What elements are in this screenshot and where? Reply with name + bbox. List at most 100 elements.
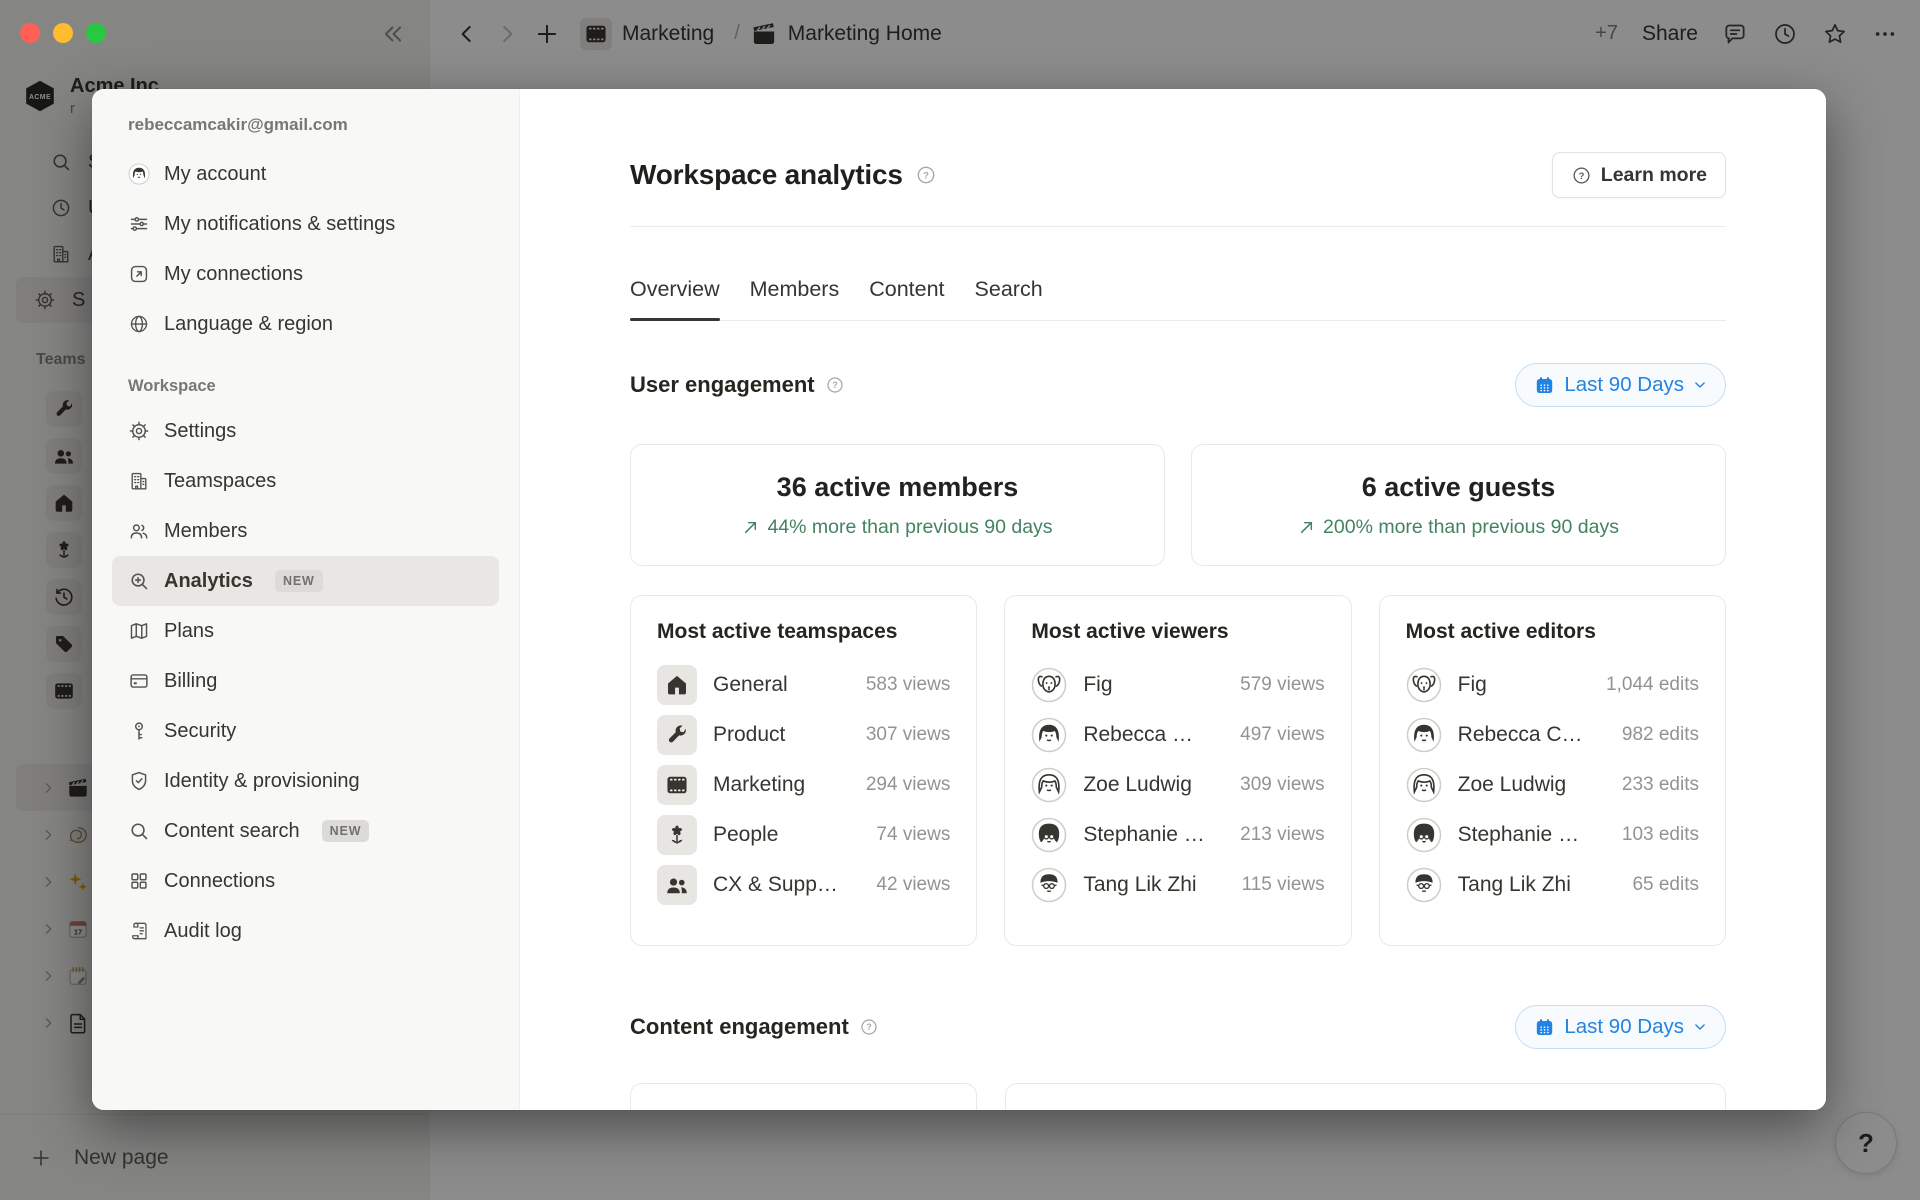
credit-card-icon (128, 670, 150, 692)
tab[interactable]: Content (869, 275, 944, 303)
table-row: Zoe Ludwig 233 edits (1406, 760, 1699, 810)
avatar-woman-dark-hair-icon (1406, 717, 1442, 753)
chevron-down-icon (1693, 1020, 1707, 1034)
workspace-settings-nav: Settings Teamspaces Members Analytics NE… (112, 406, 499, 956)
svg-text:?: ? (923, 170, 929, 181)
settings-nav-label: Language & region (164, 313, 333, 336)
settings-nav-item[interactable]: My connections (112, 249, 499, 299)
settings-nav-item[interactable]: Audit log (112, 906, 499, 956)
row-value: 497 views (1240, 724, 1325, 746)
row-label: Tang Lik Zhi (1083, 873, 1225, 897)
avatar-man-glasses-icon (1406, 867, 1442, 903)
svg-text:?: ? (832, 380, 837, 390)
minimize-button[interactable] (53, 23, 73, 43)
help-circle-icon[interactable]: ? (825, 375, 845, 395)
settings-nav-item[interactable]: Members (112, 506, 499, 556)
table-row: Product 307 views (657, 710, 950, 760)
table-row: Tang Lik Zhi 65 edits (1406, 860, 1699, 910)
avatar-woman-light-hair-icon (1031, 767, 1067, 803)
row-label: Stephanie … (1458, 823, 1606, 847)
scroll-icon (128, 920, 150, 942)
avatar-woman-bun-icon (1031, 817, 1067, 853)
clipped-card (1005, 1083, 1726, 1110)
settings-nav-item[interactable]: Settings (112, 406, 499, 456)
settings-nav-item[interactable]: Teamspaces (112, 456, 499, 506)
settings-nav-item[interactable]: Security (112, 706, 499, 756)
settings-nav-item[interactable]: Plans (112, 606, 499, 656)
zoom-button[interactable] (86, 23, 106, 43)
avatar-dog-icon (1031, 667, 1067, 703)
row-value: 294 views (866, 774, 951, 796)
avatar-man-glasses-icon (1031, 867, 1067, 903)
film-icon (657, 765, 697, 805)
row-label: Zoe Ludwig (1083, 773, 1224, 797)
row-value: 103 edits (1622, 824, 1699, 846)
svg-text:?: ? (1578, 170, 1584, 180)
row-label: Fig (1083, 673, 1224, 697)
tab[interactable]: Members (750, 275, 840, 303)
settings-nav-label: Analytics (164, 570, 253, 593)
calendar-icon (1534, 375, 1555, 396)
most-active-teamspaces-card: Most active teamspaces General 583 views… (630, 595, 977, 946)
tab-label: Overview (630, 277, 720, 301)
settings-nav-item[interactable]: My notifications & settings (112, 199, 499, 249)
learn-more-label: Learn more (1601, 164, 1707, 187)
globe-icon (128, 313, 150, 335)
row-label: Product (713, 723, 850, 747)
most-active-viewers-card: Most active viewers Fig 579 views Rebecc… (1004, 595, 1351, 946)
window-controls (20, 23, 106, 43)
tab[interactable]: Overview (630, 275, 720, 303)
row-value: 115 views (1242, 874, 1325, 896)
settings-nav-item[interactable]: Connections (112, 856, 499, 906)
sliders-icon (128, 213, 150, 235)
learn-more-button[interactable]: ? Learn more (1552, 152, 1726, 198)
tab-label: Search (975, 277, 1043, 301)
calendar-icon (1534, 1017, 1555, 1038)
table-row: CX & Supp… 42 views (657, 860, 950, 910)
table-row: People 74 views (657, 810, 950, 860)
table-row: General 583 views (657, 660, 950, 710)
row-label: Marketing (713, 773, 850, 797)
new-badge: NEW (322, 820, 370, 842)
date-range-select[interactable]: Last 90 Days (1515, 363, 1726, 407)
settings-nav-item[interactable]: Identity & provisioning (112, 756, 499, 806)
card-title: Most active teamspaces (657, 620, 950, 644)
grid-icon (128, 870, 150, 892)
help-circle-icon[interactable]: ? (915, 164, 937, 186)
building-icon (128, 470, 150, 492)
shield-check-icon (128, 770, 150, 792)
settings-nav-item[interactable]: My account (112, 149, 499, 199)
table-row: Fig 1,044 edits (1406, 660, 1699, 710)
most-active-editors-card: Most active editors Fig 1,044 edits Rebe… (1379, 595, 1726, 946)
tab-label: Content (869, 277, 944, 301)
account-settings-nav: My account My notifications & settings M… (112, 149, 499, 349)
search-icon (128, 820, 150, 842)
settings-nav-label: My connections (164, 263, 303, 286)
card-title: Most active viewers (1031, 620, 1324, 644)
table-row: Stephanie … 213 views (1031, 810, 1324, 860)
tab[interactable]: Search (975, 275, 1043, 303)
settings-sidebar: rebeccamcakir@gmail.com My account My no… (92, 89, 520, 1110)
settings-nav-item[interactable]: Billing (112, 656, 499, 706)
settings-nav-label: Content search (164, 820, 300, 843)
table-row: Rebecca … 497 views (1031, 710, 1324, 760)
workspace-section-header: Workspace (112, 377, 499, 396)
date-range-select[interactable]: Last 90 Days (1515, 1005, 1726, 1049)
help-circle-icon[interactable]: ? (859, 1017, 879, 1037)
stat-value: 6 active guests (1362, 472, 1556, 503)
table-row: Zoe Ludwig 309 views (1031, 760, 1324, 810)
row-value: 583 views (866, 674, 951, 696)
settings-nav-item[interactable]: Content search NEW (112, 806, 499, 856)
row-label: Fig (1458, 673, 1590, 697)
settings-nav-item[interactable]: Language & region (112, 299, 499, 349)
flower-icon (657, 815, 697, 855)
close-button[interactable] (20, 23, 40, 43)
stat-card: 36 active members 44% more than previous… (630, 444, 1165, 566)
row-label: CX & Supp… (713, 873, 860, 897)
row-label: Stephanie … (1083, 823, 1224, 847)
map-icon (128, 620, 150, 642)
settings-nav-item[interactable]: Analytics NEW (112, 556, 499, 606)
row-value: 982 edits (1622, 724, 1699, 746)
stat-cards: 36 active members 44% more than previous… (630, 444, 1726, 566)
analytics-panel: Workspace analytics ? ? Learn more Overv… (520, 89, 1826, 1110)
